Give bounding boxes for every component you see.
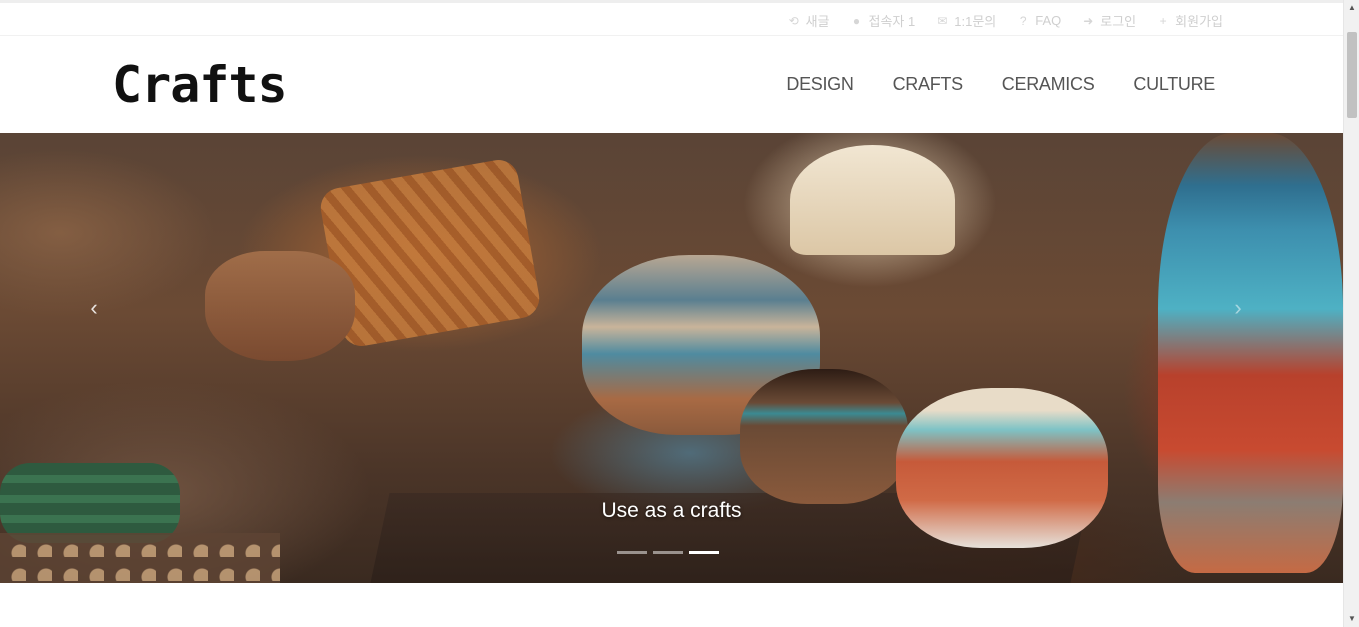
top-link-label: FAQ: [1035, 13, 1062, 28]
carousel-indicators: [617, 551, 719, 554]
carousel-indicator-active[interactable]: [689, 551, 719, 554]
carousel-indicator[interactable]: [653, 551, 683, 554]
top-link-label: 회원가입: [1175, 14, 1223, 29]
scroll-down-icon[interactable]: ▼: [1344, 611, 1359, 627]
site-header: Crafts DESIGN CRAFTS CERAMICS CULTURE: [0, 36, 1343, 133]
hero-image-bowl: [740, 369, 908, 504]
user-plus-icon: +: [1159, 13, 1167, 28]
nav-item-culture[interactable]: CULTURE: [1133, 74, 1215, 95]
hero-carousel: ‹ › Use as a crafts: [0, 133, 1343, 583]
top-utility-bar: ⟲ 새글 ● 접속자 1 ✉ 1:1문의 ? FAQ ➜ 로그인 + 회원가입: [0, 0, 1343, 36]
site-logo[interactable]: Crafts: [112, 60, 288, 110]
nav-item-design[interactable]: DESIGN: [786, 74, 854, 95]
top-links: ⟲ 새글 ● 접속자 1 ✉ 1:1문의 ? FAQ ➜ 로그인 + 회원가입: [787, 11, 1223, 30]
nav-item-crafts[interactable]: CRAFTS: [893, 74, 964, 95]
top-link-login[interactable]: ➜ 로그인: [1081, 11, 1136, 30]
users-icon: ●: [852, 13, 861, 28]
top-link-new-posts[interactable]: ⟲ 새글: [787, 11, 830, 30]
hero-image-basket: [205, 251, 355, 361]
hero-image-beads: [0, 533, 280, 583]
carousel-next-icon[interactable]: ›: [1226, 293, 1250, 323]
chat-icon: ✉: [937, 13, 948, 28]
top-link-label: 로그인: [1100, 14, 1137, 29]
top-link-label: 1:1문의: [954, 14, 997, 29]
carousel-caption: Use as a crafts: [601, 499, 742, 522]
carousel-prev-icon[interactable]: ‹: [82, 293, 106, 323]
top-link-faq[interactable]: ? FAQ: [1016, 11, 1061, 30]
top-link-register[interactable]: + 회원가입: [1156, 11, 1223, 30]
top-link-label: 새글: [805, 14, 830, 29]
question-icon: ?: [1019, 13, 1027, 28]
main-nav: DESIGN CRAFTS CERAMICS CULTURE: [786, 74, 1215, 95]
top-link-visitors[interactable]: ● 접속자 1: [850, 11, 916, 30]
history-icon: ⟲: [788, 13, 799, 28]
hero-image-bowl: [896, 388, 1108, 548]
top-link-inquiry[interactable]: ✉ 1:1문의: [935, 11, 996, 30]
hero-image-hat: [790, 145, 955, 255]
page-scrollbar[interactable]: ▲ ▼: [1343, 0, 1359, 627]
nav-item-ceramics[interactable]: CERAMICS: [1002, 74, 1095, 95]
carousel-indicator[interactable]: [617, 551, 647, 554]
top-link-label: 접속자 1: [868, 14, 916, 29]
scrollbar-thumb[interactable]: [1347, 32, 1357, 118]
scroll-up-icon[interactable]: ▲: [1344, 0, 1359, 16]
login-icon: ➜: [1083, 13, 1094, 28]
